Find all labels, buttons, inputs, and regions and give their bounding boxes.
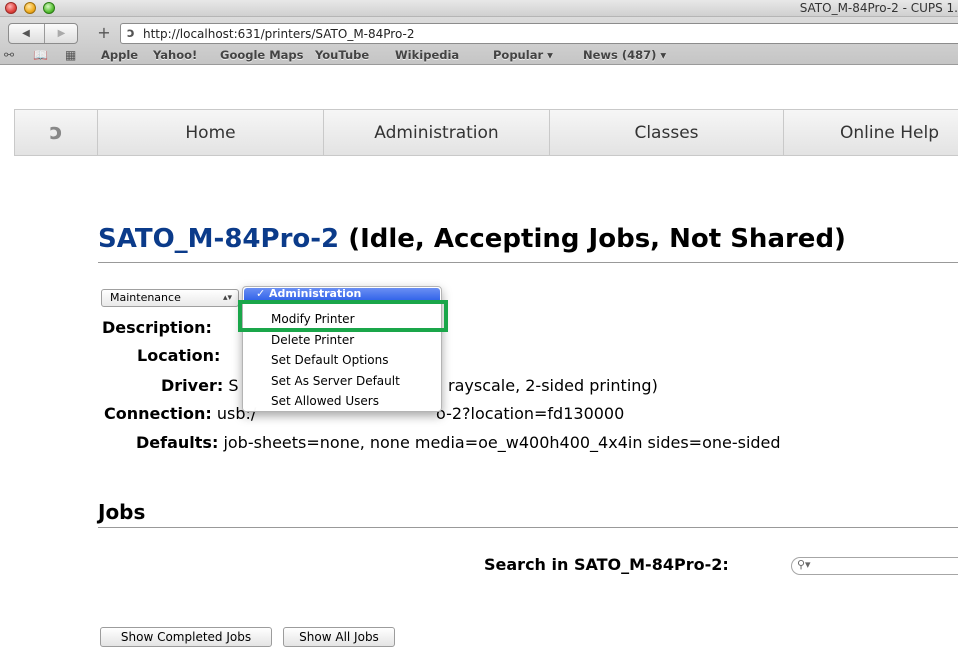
- zoom-window-button[interactable]: [43, 2, 55, 14]
- nav-buttons: ◀ ▶: [8, 23, 78, 44]
- title-divider: [98, 262, 958, 263]
- connection-value-tail: o-2?location=fd130000: [436, 404, 625, 423]
- job-search-input[interactable]: ⚲▾: [791, 557, 958, 575]
- top-sites-grid-icon[interactable]: ▦: [65, 48, 76, 62]
- driver-value: S: [228, 376, 239, 395]
- location-row: Location:: [137, 346, 220, 365]
- show-all-jobs-button[interactable]: Show All Jobs: [283, 627, 395, 647]
- reading-list-icon[interactable]: ⚯: [4, 48, 14, 62]
- nav-classes[interactable]: Classes: [550, 110, 784, 155]
- description-label: Description:: [102, 318, 212, 337]
- printer-name-link[interactable]: SATO_M-84Pro-2: [98, 224, 339, 254]
- cups-site-icon: ↄ: [127, 26, 135, 41]
- menu-item-set-allowed-users[interactable]: Set Allowed Users: [271, 394, 379, 408]
- bookmark-youtube[interactable]: YouTube: [315, 48, 369, 62]
- menu-item-set-as-server-default[interactable]: Set As Server Default: [271, 374, 400, 388]
- select-arrows-icon: ▴▾: [222, 293, 232, 303]
- jobs-divider: [98, 527, 958, 528]
- window-titlebar: SATO_M-84Pro-2 - CUPS 1.: [0, 0, 958, 17]
- defaults-value: job-sheets=none, none media=oe_w400h400_…: [223, 433, 781, 452]
- bookmark-apple[interactable]: Apple: [101, 48, 138, 62]
- bookmark-wikipedia[interactable]: Wikipedia: [395, 48, 459, 62]
- window-title: SATO_M-84Pro-2 - CUPS 1.: [799, 1, 958, 15]
- cups-logo-icon[interactable]: ↄ: [15, 110, 98, 155]
- bookmark-google-maps[interactable]: Google Maps: [220, 48, 304, 62]
- location-label: Location:: [137, 346, 221, 365]
- address-bar[interactable]: ↄ http://localhost:631/printers/SATO_M-8…: [120, 23, 958, 44]
- nav-online-help[interactable]: Online Help: [784, 110, 958, 155]
- page-title: SATO_M-84Pro-2 (Idle, Accepting Jobs, No…: [98, 224, 846, 254]
- connection-label: Connection:: [104, 404, 212, 423]
- maintenance-select-value: Maintenance: [110, 291, 181, 304]
- driver-label: Driver:: [161, 376, 224, 395]
- highlight-annotation: [238, 300, 448, 332]
- menu-item-set-default-options[interactable]: Set Default Options: [271, 353, 388, 367]
- new-tab-button[interactable]: +: [90, 23, 118, 44]
- driver-value-tail: rayscale, 2-sided printing): [448, 376, 658, 395]
- forward-button[interactable]: ▶: [44, 24, 78, 43]
- minimize-window-button[interactable]: [24, 2, 36, 14]
- jobs-heading: Jobs: [98, 500, 146, 524]
- url-text[interactable]: http://localhost:631/printers/SATO_M-84P…: [143, 27, 415, 41]
- bookmark-yahoo[interactable]: Yahoo!: [153, 48, 197, 62]
- bookmarks-bar: ⚯ 📖 ▦ Apple Yahoo! Google Maps YouTube W…: [0, 45, 958, 65]
- printer-status: (Idle, Accepting Jobs, Not Shared): [348, 224, 846, 254]
- driver-row: Driver: S: [161, 376, 238, 395]
- bookmarks-icon[interactable]: 📖: [33, 48, 48, 62]
- nav-administration[interactable]: Administration: [324, 110, 550, 155]
- bookmark-news[interactable]: News (487) ▾: [583, 48, 666, 62]
- back-button[interactable]: ◀: [9, 24, 43, 43]
- description-row: Description:: [102, 318, 212, 337]
- bookmark-popular[interactable]: Popular ▾: [493, 48, 553, 62]
- defaults-label: Defaults:: [136, 433, 219, 452]
- connection-row: Connection: usb:/: [104, 404, 256, 423]
- search-icon: ⚲▾: [797, 558, 811, 571]
- defaults-row: Defaults: job-sheets=none, none media=oe…: [136, 433, 781, 452]
- menu-item-delete-printer[interactable]: Delete Printer: [271, 333, 354, 347]
- cups-navigation: ↄ Home Administration Classes Online Hel…: [14, 109, 958, 156]
- search-label: Search in SATO_M-84Pro-2:: [484, 555, 729, 574]
- close-window-button[interactable]: [5, 2, 17, 14]
- nav-home[interactable]: Home: [98, 110, 324, 155]
- maintenance-select[interactable]: Maintenance ▴▾: [101, 289, 239, 307]
- show-completed-jobs-button[interactable]: Show Completed Jobs: [100, 627, 272, 647]
